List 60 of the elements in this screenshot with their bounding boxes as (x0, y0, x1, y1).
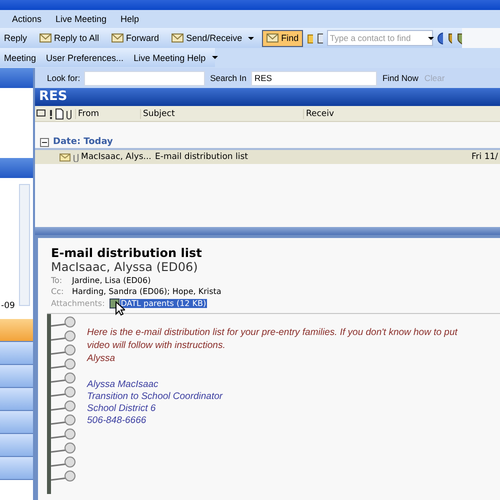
contact-search-field[interactable]: Type a contact to find (326, 30, 433, 46)
toolbar-button[interactable]: Reply (0, 30, 32, 46)
signature-text: Transition to School Coordinator (87, 391, 224, 403)
find-now-button[interactable]: Find Now (381, 73, 420, 83)
menu-item[interactable]: Help (120, 14, 140, 24)
group-label: Date: Today (53, 137, 113, 147)
message-text: Alyssa (87, 352, 116, 365)
menu-item[interactable]: Live Meeting (56, 14, 107, 24)
toolbar-button[interactable]: Meeting (0, 49, 40, 66)
message-subject: E-mail distribution list (51, 246, 203, 260)
received-text: Fri 11/ (471, 152, 499, 162)
recipient-text: Harding, Sandra (ED06); Hope, Krista (72, 287, 222, 296)
menu-item[interactable]: Actions (12, 14, 42, 24)
cc-label: Cc: (51, 287, 65, 296)
folder-title: RES (35, 88, 500, 106)
navigation-button[interactable] (0, 457, 33, 480)
recipient-text: Jardine, Lisa (ED06) (72, 276, 151, 285)
collapse-icon[interactable] (40, 138, 49, 146)
toolbar-button[interactable]: Send/Receive (167, 30, 258, 46)
mail-icon (266, 32, 280, 44)
message-text: video will follow with instructions. (87, 339, 226, 352)
mail-icon (171, 32, 184, 44)
pane-splitter[interactable] (35, 227, 500, 235)
toolbar-button[interactable]: Reply to All (35, 30, 104, 46)
attachments-label: Attachments: (51, 299, 105, 308)
pane-header (0, 68, 33, 88)
toolbar-button[interactable]: Find (262, 30, 303, 46)
look-for-field[interactable] (84, 70, 206, 86)
to-label: To: (51, 276, 64, 285)
toolbar-button[interactable]: User Preferences... (42, 49, 128, 66)
scrollbar[interactable] (19, 184, 30, 306)
envelope-icon (59, 152, 71, 162)
navigation-button[interactable] (0, 319, 33, 342)
navigation-button[interactable] (0, 365, 33, 388)
signature-text: Alyssa MacIsaac (87, 379, 160, 391)
navigation-button[interactable] (0, 342, 33, 365)
navigation-button[interactable] (0, 434, 33, 457)
navigation-button[interactable] (0, 411, 33, 434)
navigation-button[interactable] (0, 388, 33, 411)
mail-icon (39, 32, 52, 44)
search-in-field[interactable]: RES (251, 70, 378, 86)
mail-icon (111, 32, 124, 44)
message-text: Here is the e-mail distribution list for your pre-entry families. If you don't know how to put (87, 326, 458, 339)
column-header[interactable]: Receiv (303, 108, 500, 118)
toolbar-button[interactable]: Forward (107, 30, 164, 46)
toolbar-button[interactable]: Live Meeting Help (130, 49, 222, 66)
date-text: -09 (0, 301, 15, 311)
pane-header (0, 158, 33, 178)
column-header[interactable]: From (75, 108, 140, 118)
dropdown-arrow-icon (428, 36, 434, 40)
search-in-button[interactable]: Search In (209, 73, 248, 83)
look-for-label: Look for: (47, 73, 80, 83)
sender-text: MacIsaac, Alys... (81, 152, 152, 162)
subject-text: E-mail distribution list (155, 152, 249, 162)
attachment-link[interactable]: DATL parents (12 KB) (120, 299, 208, 308)
signature-text: School District 6 (87, 403, 157, 415)
message-sender: MacIsaac, Alyssa (ED06) (51, 260, 199, 274)
column-header[interactable]: Subject (140, 108, 303, 118)
message-row[interactable]: MacIsaac, Alys... E-mail distribution list Fri 11/ (35, 150, 500, 164)
signature-text: 506-848-6666 (87, 415, 148, 427)
